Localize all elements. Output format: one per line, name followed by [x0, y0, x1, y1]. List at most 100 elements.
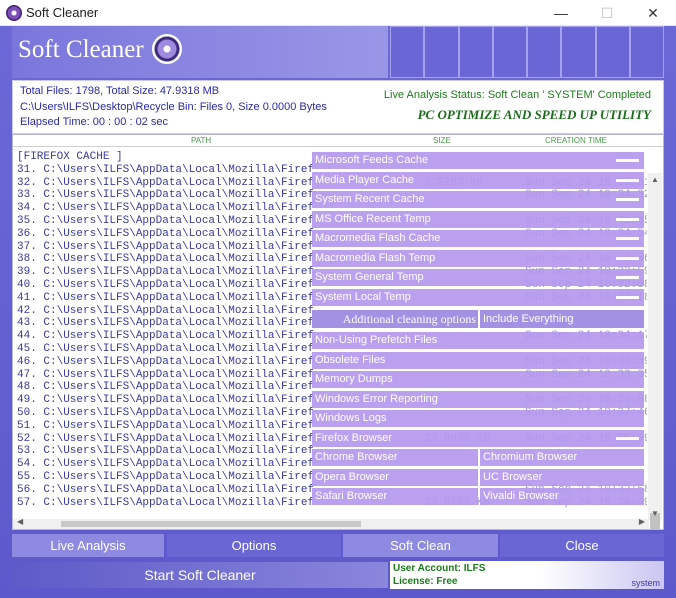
row-path: 42. C:\Users\ILFS\AppData\Local\Mozilla\… — [17, 304, 313, 317]
row-path: 55. C:\Users\ILFS\AppData\Local\Mozilla\… — [17, 470, 313, 483]
minimize-button[interactable]: — — [538, 0, 584, 26]
tab-options[interactable]: Options — [167, 534, 341, 557]
option-label: Chrome Browser — [315, 451, 398, 463]
row-path: 40. C:\Users\ILFS\AppData\Local\Mozilla\… — [17, 278, 313, 291]
row-path: 53. C:\Users\ILFS\AppData\Local\Mozilla\… — [17, 445, 313, 458]
row-path: 49. C:\Users\ILFS\AppData\Local\Mozilla\… — [17, 394, 313, 407]
slogan-text: PC OPTIMIZE AND SPEED UP UTILITY — [417, 107, 651, 122]
additional-options-title: Additional cleaning options — [312, 310, 478, 328]
browser-option[interactable]: Chrome Browser — [312, 449, 478, 466]
header-tile — [458, 26, 493, 78]
row-path: 51. C:\Users\ILFS\AppData\Local\Mozilla\… — [17, 419, 313, 432]
horizontal-scroll-thumb[interactable] — [61, 521, 361, 527]
scroll-up-icon[interactable]: ▲ — [648, 173, 662, 187]
cleaning-options-overlay: Microsoft Feeds Cache Media Player Cache S… — [312, 126, 644, 508]
toggle-indicator-icon[interactable] — [616, 159, 639, 162]
option-label: Non-Using Prefetch Files — [315, 334, 438, 346]
option-item[interactable]: Windows Logs — [312, 410, 644, 427]
option-item[interactable]: System Recent Cache — [312, 191, 644, 208]
option-item[interactable]: Firefox Browser — [312, 429, 644, 447]
option-label: Macromedia Flash Temp — [315, 251, 436, 264]
browser-option[interactable]: Chromium Browser — [480, 449, 644, 466]
row-path: 57. C:\Users\ILFS\AppData\Local\Mozilla\… — [17, 496, 313, 509]
row-path: 31. C:\Users\ILFS\AppData\Local\Mozilla\… — [17, 163, 313, 176]
horizontal-scrollbar[interactable]: ◀ ▶ — [13, 517, 649, 529]
option-label: Media Player Cache — [315, 173, 415, 186]
header-tile — [595, 26, 630, 78]
browser-option[interactable]: UC Browser — [480, 468, 644, 486]
toggle-indicator-icon[interactable] — [616, 178, 639, 182]
option-item[interactable]: Windows Error Reporting — [312, 390, 644, 408]
toggle-indicator-icon[interactable] — [616, 217, 639, 221]
toggle-indicator-icon[interactable] — [616, 436, 639, 440]
title-bar: Soft Cleaner — ☐ ✕ — [0, 0, 676, 26]
option-label: Opera Browser — [315, 470, 389, 483]
toggle-indicator-icon[interactable] — [616, 198, 639, 201]
option-label: Macromedia Flash Cache — [315, 232, 441, 244]
system-tag: system — [631, 578, 660, 588]
option-item[interactable]: System General Temp — [312, 269, 644, 286]
row-path: 54. C:\Users\ILFS\AppData\Local\Mozilla\… — [17, 458, 313, 471]
row-path: 36. C:\Users\ILFS\AppData\Local\Mozilla\… — [17, 227, 313, 240]
row-path: 37. C:\Users\ILFS\AppData\Local\Mozilla\… — [17, 240, 313, 253]
row-path: 45. C:\Users\ILFS\AppData\Local\Mozilla\… — [17, 342, 313, 355]
row-path: 47. C:\Users\ILFS\AppData\Local\Mozilla\… — [17, 368, 313, 381]
row-path: 52. C:\Users\ILFS\AppData\Local\Mozilla\… — [17, 432, 313, 445]
option-item[interactable]: Non-Using Prefetch Files — [312, 332, 644, 349]
option-label: Microsoft Feeds Cache — [315, 154, 429, 166]
header-tile — [390, 26, 425, 78]
maximize-button[interactable]: ☐ — [584, 0, 630, 26]
option-item[interactable]: Memory Dumps — [312, 371, 644, 388]
row-path: 35. C:\Users\ILFS\AppData\Local\Mozilla\… — [17, 214, 313, 227]
option-item[interactable]: Macromedia Flash Temp — [312, 249, 644, 267]
scroll-down-icon[interactable]: ▼ — [648, 507, 662, 521]
column-path[interactable]: PATH — [191, 136, 211, 145]
start-soft-cleaner-button[interactable]: Start Soft Cleaner — [12, 562, 388, 588]
license-text: License: Free — [393, 576, 458, 587]
tab-soft-clean[interactable]: Soft Clean — [343, 534, 498, 557]
row-path: 41. C:\Users\ILFS\AppData\Local\Mozilla\… — [17, 291, 313, 304]
close-window-button[interactable]: ✕ — [630, 0, 676, 26]
option-item[interactable]: System Local Temp — [312, 288, 644, 306]
browser-option[interactable]: Opera Browser — [312, 468, 478, 486]
option-item[interactable]: Obsolete Files — [312, 351, 644, 369]
option-item[interactable]: Media Player Cache — [312, 171, 644, 189]
option-item[interactable]: Microsoft Feeds Cache — [312, 152, 644, 169]
account-panel: User Account: ILFS License: Free system — [390, 561, 664, 589]
option-item[interactable]: MS Office Recent Temp — [312, 210, 644, 228]
row-path: 32. C:\Users\ILFS\AppData\Local\Mozilla\… — [17, 176, 313, 189]
tab-live-analysis[interactable]: Live Analysis — [12, 534, 164, 557]
brand-name: Soft Cleaner — [18, 36, 144, 63]
header-tile — [424, 26, 459, 78]
header-tile — [629, 26, 664, 78]
row-path: 50. C:\Users\ILFS\AppData\Local\Mozilla\… — [17, 406, 313, 419]
toggle-indicator-icon[interactable] — [616, 237, 639, 240]
scroll-right-icon[interactable]: ▶ — [639, 517, 645, 526]
brand-logo-icon — [152, 34, 182, 64]
toggle-indicator-icon[interactable] — [616, 295, 639, 299]
user-account-text: User Account: ILFS — [393, 563, 486, 574]
tab-close[interactable]: Close — [500, 534, 664, 557]
option-item[interactable]: Macromedia Flash Cache — [312, 230, 644, 247]
vertical-scrollbar[interactable]: ▲ ▼ — [648, 173, 662, 529]
browser-option[interactable]: Vivaldi Browser — [480, 488, 644, 505]
row-path: 39. C:\Users\ILFS\AppData\Local\Mozilla\… — [17, 266, 313, 279]
recycle-bin-text: C:\Users\ILFS\Desktop\Recycle Bin: Files… — [20, 101, 327, 113]
toggle-indicator-icon[interactable] — [616, 276, 639, 279]
option-label: System General Temp — [315, 271, 424, 283]
scroll-left-icon[interactable]: ◀ — [17, 517, 23, 526]
elapsed-time-text: Elapsed Time: 00 : 00 : 02 sec — [20, 116, 168, 128]
header-band: Soft Cleaner — [12, 26, 388, 78]
include-everything-button[interactable]: Include Everything — [480, 310, 644, 328]
option-label: System Local Temp — [315, 290, 411, 303]
window-title: Soft Cleaner — [26, 5, 99, 20]
bottom-tab-bar: Live Analysis Options Soft Clean Close — [12, 534, 664, 557]
analysis-status-text: Live Analysis Status: Soft Clean ' SYSTE… — [383, 89, 651, 101]
option-label: Safari Browser — [315, 490, 388, 502]
option-label: MS Office Recent Temp — [315, 212, 431, 225]
total-files-text: Total Files: 1798, Total Size: 47.9318 M… — [20, 85, 220, 97]
app-icon — [6, 5, 22, 21]
toggle-indicator-icon[interactable] — [616, 256, 639, 260]
option-label: Memory Dumps — [315, 373, 393, 385]
browser-option[interactable]: Safari Browser — [312, 488, 478, 505]
